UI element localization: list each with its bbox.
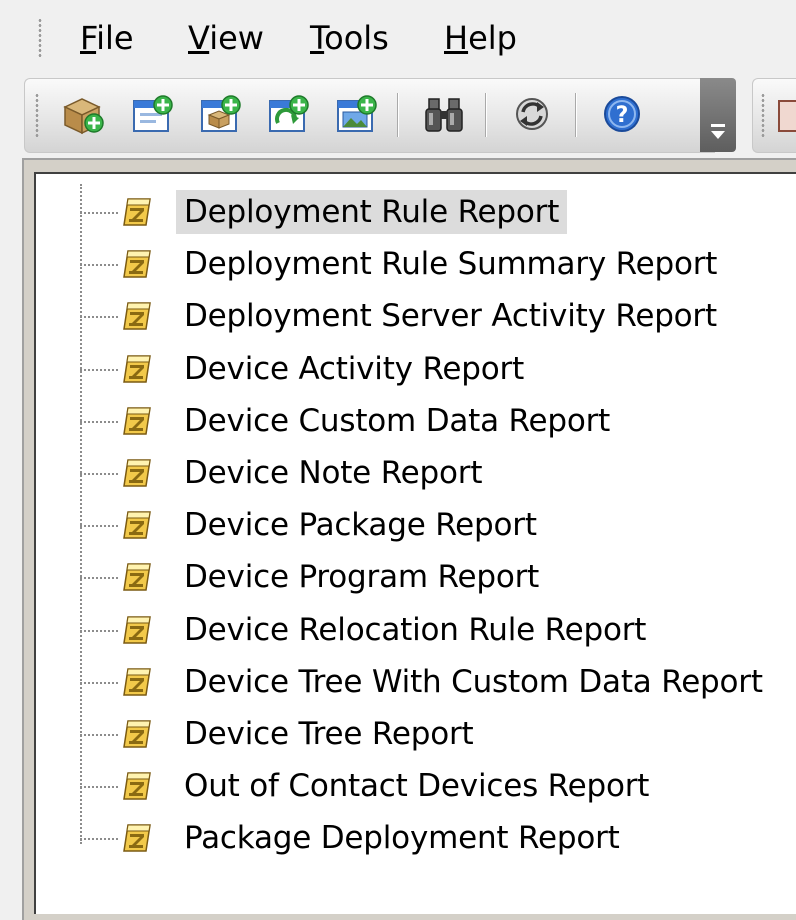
tree-item-label: Device Activity Report (184, 350, 525, 387)
report-icon (778, 100, 796, 132)
new-package-button[interactable] (55, 87, 109, 141)
report-icon (120, 404, 154, 438)
find-button[interactable] (417, 87, 471, 141)
tree-item[interactable]: Device Tree With Custom Data Report (80, 656, 796, 708)
tree-item-label: Device Package Report (184, 507, 537, 544)
tree-container: Deployment Rule Report Deployment Rule S… (22, 158, 796, 920)
toolbar-grip[interactable] (761, 93, 765, 137)
menu-tools[interactable]: Tools (306, 16, 393, 60)
tree-connector-line (80, 629, 118, 632)
tree-connector-line (80, 786, 118, 789)
tree-connector-line (80, 264, 118, 267)
tree-item-label: Deployment Server Activity Report (184, 298, 717, 335)
tree-item[interactable]: Deployment Rule Report (80, 186, 796, 238)
toolbar-separator (575, 93, 577, 137)
tree-item[interactable]: Device Package Report (80, 499, 796, 551)
report-icon (120, 665, 154, 699)
report-icon (120, 769, 154, 803)
tree-item[interactable]: Package Deployment Report (80, 812, 796, 864)
secondary-toolbar (752, 78, 796, 153)
tree-connector-line (80, 420, 118, 423)
tree-item[interactable]: Deployment Server Activity Report (80, 290, 796, 342)
tree-connector-line (80, 316, 118, 319)
add-image-button[interactable] (329, 87, 383, 141)
tree-item-label: Device Relocation Rule Report (184, 611, 647, 648)
tree-connector-line (80, 734, 118, 736)
add-image-icon (337, 95, 377, 132)
report-icon (120, 717, 154, 751)
help-icon: ? (604, 96, 640, 132)
tree-item[interactable]: Device Custom Data Report (80, 395, 796, 447)
help-button[interactable]: ? (595, 87, 649, 141)
report-icon (120, 195, 154, 229)
report-icon (120, 821, 154, 855)
tree-connector-line (80, 525, 118, 528)
report-icon (120, 613, 154, 647)
tree-item-label: Device Program Report (184, 559, 540, 596)
tree-connector-line (80, 577, 118, 580)
binoculars-icon (425, 98, 463, 132)
toolbar-separator (397, 93, 399, 137)
secondary-toolbar-button[interactable] (775, 87, 796, 141)
tree-item[interactable]: Device Relocation Rule Report (80, 604, 796, 656)
add-package-button[interactable] (193, 87, 247, 141)
tree-connector-line (80, 838, 118, 841)
add-device-icon (133, 95, 173, 132)
tree-item[interactable]: Device Tree Report (80, 708, 796, 760)
new-package-icon (63, 98, 104, 135)
menu-bar-grip[interactable] (38, 18, 42, 58)
report-icon (120, 508, 154, 542)
report-icon (120, 352, 154, 386)
menu-bar: File View Tools Help (0, 0, 796, 75)
tree-item[interactable]: Device Activity Report (80, 343, 796, 395)
report-icon (120, 560, 154, 594)
toolbar-separator (485, 93, 487, 137)
report-icon (120, 247, 154, 281)
tree-connector-line (80, 473, 118, 475)
tree-item-label: Deployment Rule Report (176, 190, 568, 234)
tree-item[interactable]: Device Note Report (80, 447, 796, 499)
menu-file[interactable]: File (76, 16, 138, 60)
tree-connector-line (80, 212, 118, 214)
report-tree[interactable]: Deployment Rule Report Deployment Rule S… (34, 172, 796, 914)
tree-item-label: Deployment Rule Summary Report (184, 246, 718, 283)
menu-view[interactable]: View (184, 16, 268, 60)
add-refresh-button[interactable] (261, 87, 315, 141)
report-icon (120, 299, 154, 333)
menu-help[interactable]: Help (440, 16, 521, 60)
add-package-icon (201, 95, 241, 132)
refresh-button[interactable] (505, 87, 559, 141)
tree-item-label: Out of Contact Devices Report (184, 768, 650, 805)
tree-item-label: Device Custom Data Report (184, 402, 611, 439)
tree-item-label: Device Tree Report (184, 716, 474, 752)
tree-item-label: Device Note Report (184, 455, 483, 491)
tree-item[interactable]: Out of Contact Devices Report (80, 760, 796, 812)
svg-text:?: ? (616, 103, 629, 128)
tree-item-label: Package Deployment Report (184, 820, 620, 857)
tree-connector-line (80, 681, 118, 684)
add-refresh-icon (269, 95, 309, 132)
toolbar: ? (24, 78, 715, 153)
tree-connector-line (80, 368, 118, 371)
tree-item-label: Device Tree With Custom Data Report (184, 663, 763, 700)
chevron-down-icon (711, 124, 725, 139)
refresh-icon (516, 98, 548, 130)
add-device-button[interactable] (125, 87, 179, 141)
toolbar-grip[interactable] (35, 93, 39, 137)
tree-item[interactable]: Device Program Report (80, 551, 796, 603)
toolbar-overflow-button[interactable] (700, 78, 736, 152)
tree-item[interactable]: Deployment Rule Summary Report (80, 238, 796, 290)
report-icon (120, 456, 154, 490)
